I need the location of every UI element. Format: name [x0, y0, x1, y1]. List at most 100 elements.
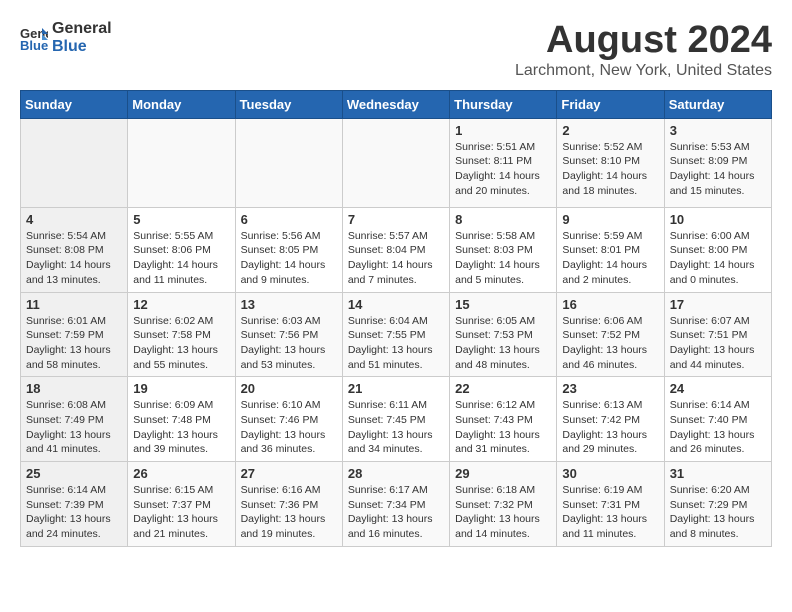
- title-section: August 2024 Larchmont, New York, United …: [515, 20, 772, 80]
- day-info: Sunrise: 6:14 AM Sunset: 7:39 PM Dayligh…: [26, 483, 122, 542]
- day-info: Sunrise: 6:01 AM Sunset: 7:59 PM Dayligh…: [26, 314, 122, 373]
- day-info: Sunrise: 6:02 AM Sunset: 7:58 PM Dayligh…: [133, 314, 229, 373]
- calendar-week-row: 18Sunrise: 6:08 AM Sunset: 7:49 PM Dayli…: [21, 377, 772, 462]
- calendar-cell: 25 Sunrise: 6:14 AM Sunset: 7:39 PM Dayli…: [21, 462, 128, 547]
- calendar-cell: 2 Sunrise: 5:52 AM Sunset: 8:10 PM Daylig…: [557, 118, 664, 207]
- calendar-week-row: 11 Sunrise: 6:01 AM Sunset: 7:59 PM Dayli…: [21, 292, 772, 377]
- calendar-cell: [128, 118, 235, 207]
- day-number: 20: [241, 381, 337, 396]
- day-number: 16: [562, 297, 658, 312]
- day-number: 22: [455, 381, 551, 396]
- calendar-cell: 27 Sunrise: 6:16 AM Sunset: 7:36 PM Dayli…: [235, 462, 342, 547]
- logo-blue-text: Blue: [52, 38, 112, 56]
- day-info: Sunrise: 6:00 AM Sunset: 8:00 PM Dayligh…: [670, 229, 766, 288]
- page-title: August 2024: [515, 20, 772, 62]
- calendar-cell: 14 Sunrise: 6:04 AM Sunset: 7:55 PM Dayli…: [342, 292, 449, 377]
- calendar-cell: 5 Sunrise: 5:55 AM Sunset: 8:06 PM Daylig…: [128, 207, 235, 292]
- day-number: 27: [241, 466, 337, 481]
- day-info: Sunrise: 5:54 AM Sunset: 8:08 PM Dayligh…: [26, 229, 122, 288]
- calendar-cell: 11 Sunrise: 6:01 AM Sunset: 7:59 PM Dayli…: [21, 292, 128, 377]
- logo: General Blue General Blue: [20, 20, 112, 55]
- day-info: Sunrise: 6:05 AM Sunset: 7:53 PM Dayligh…: [455, 314, 551, 373]
- calendar-cell: [21, 118, 128, 207]
- day-info: Sunrise: 6:14 AM Sunset: 7:40 PM Dayligh…: [670, 398, 766, 457]
- calendar-cell: 22 Sunrise: 6:12 AM Sunset: 7:43 PM Dayli…: [450, 377, 557, 462]
- day-number: 19: [133, 381, 229, 396]
- day-info: Sunrise: 6:11 AM Sunset: 7:45 PM Dayligh…: [348, 398, 444, 457]
- calendar-cell: 30Sunrise: 6:19 AM Sunset: 7:31 PM Dayli…: [557, 462, 664, 547]
- day-info: Sunrise: 6:04 AM Sunset: 7:55 PM Dayligh…: [348, 314, 444, 373]
- weekday-header-friday: Friday: [557, 90, 664, 118]
- day-number: 8: [455, 212, 551, 227]
- day-info: Sunrise: 6:13 AM Sunset: 7:42 PM Dayligh…: [562, 398, 658, 457]
- calendar-cell: 12 Sunrise: 6:02 AM Sunset: 7:58 PM Dayli…: [128, 292, 235, 377]
- day-info: Sunrise: 6:12 AM Sunset: 7:43 PM Dayligh…: [455, 398, 551, 457]
- page-subtitle: Larchmont, New York, United States: [515, 62, 772, 80]
- calendar-cell: 18Sunrise: 6:08 AM Sunset: 7:49 PM Dayli…: [21, 377, 128, 462]
- calendar-table: SundayMondayTuesdayWednesdayThursdayFrid…: [20, 90, 772, 547]
- calendar-week-row: 1 Sunrise: 5:51 AM Sunset: 8:11 PM Daylig…: [21, 118, 772, 207]
- day-number: 3: [670, 123, 766, 138]
- calendar-cell: 28Sunrise: 6:17 AM Sunset: 7:34 PM Dayli…: [342, 462, 449, 547]
- day-number: 30: [562, 466, 658, 481]
- day-number: 21: [348, 381, 444, 396]
- calendar-cell: 4 Sunrise: 5:54 AM Sunset: 8:08 PM Daylig…: [21, 207, 128, 292]
- day-number: 25: [26, 466, 122, 481]
- calendar-cell: 6Sunrise: 5:56 AM Sunset: 8:05 PM Daylig…: [235, 207, 342, 292]
- day-info: Sunrise: 6:20 AM Sunset: 7:29 PM Dayligh…: [670, 483, 766, 542]
- calendar-cell: 17 Sunrise: 6:07 AM Sunset: 7:51 PM Dayli…: [664, 292, 771, 377]
- day-number: 13: [241, 297, 337, 312]
- day-number: 14: [348, 297, 444, 312]
- day-number: 10: [670, 212, 766, 227]
- calendar-cell: 19 Sunrise: 6:09 AM Sunset: 7:48 PM Dayli…: [128, 377, 235, 462]
- day-number: 29: [455, 466, 551, 481]
- weekday-header-tuesday: Tuesday: [235, 90, 342, 118]
- calendar-cell: 1 Sunrise: 5:51 AM Sunset: 8:11 PM Daylig…: [450, 118, 557, 207]
- day-info: Sunrise: 5:52 AM Sunset: 8:10 PM Dayligh…: [562, 140, 658, 199]
- logo-general-text: General: [52, 20, 112, 38]
- day-info: Sunrise: 6:16 AM Sunset: 7:36 PM Dayligh…: [241, 483, 337, 542]
- day-number: 2: [562, 123, 658, 138]
- day-number: 31: [670, 466, 766, 481]
- calendar-cell: 13 Sunrise: 6:03 AM Sunset: 7:56 PM Dayli…: [235, 292, 342, 377]
- calendar-cell: 24Sunrise: 6:14 AM Sunset: 7:40 PM Dayli…: [664, 377, 771, 462]
- calendar-cell: [342, 118, 449, 207]
- calendar-cell: 3 Sunrise: 5:53 AM Sunset: 8:09 PM Daylig…: [664, 118, 771, 207]
- day-info: Sunrise: 6:15 AM Sunset: 7:37 PM Dayligh…: [133, 483, 229, 542]
- day-info: Sunrise: 6:07 AM Sunset: 7:51 PM Dayligh…: [670, 314, 766, 373]
- day-info: Sunrise: 6:03 AM Sunset: 7:56 PM Dayligh…: [241, 314, 337, 373]
- weekday-header-sunday: Sunday: [21, 90, 128, 118]
- day-number: 15: [455, 297, 551, 312]
- day-number: 5: [133, 212, 229, 227]
- day-info: Sunrise: 5:56 AM Sunset: 8:05 PM Dayligh…: [241, 229, 337, 288]
- day-info: Sunrise: 5:58 AM Sunset: 8:03 PM Dayligh…: [455, 229, 551, 288]
- calendar-cell: 16 Sunrise: 6:06 AM Sunset: 7:52 PM Dayli…: [557, 292, 664, 377]
- day-info: Sunrise: 5:57 AM Sunset: 8:04 PM Dayligh…: [348, 229, 444, 288]
- day-number: 7: [348, 212, 444, 227]
- day-info: Sunrise: 5:59 AM Sunset: 8:01 PM Dayligh…: [562, 229, 658, 288]
- calendar-cell: 29Sunrise: 6:18 AM Sunset: 7:32 PM Dayli…: [450, 462, 557, 547]
- day-number: 12: [133, 297, 229, 312]
- day-number: 9: [562, 212, 658, 227]
- calendar-cell: 9 Sunrise: 5:59 AM Sunset: 8:01 PM Daylig…: [557, 207, 664, 292]
- day-number: 11: [26, 297, 122, 312]
- calendar-cell: 8 Sunrise: 5:58 AM Sunset: 8:03 PM Daylig…: [450, 207, 557, 292]
- day-number: 4: [26, 212, 122, 227]
- calendar-cell: 23Sunrise: 6:13 AM Sunset: 7:42 PM Dayli…: [557, 377, 664, 462]
- day-info: Sunrise: 6:17 AM Sunset: 7:34 PM Dayligh…: [348, 483, 444, 542]
- page-header: General Blue General Blue August 2024 La…: [20, 20, 772, 80]
- calendar-week-row: 4 Sunrise: 5:54 AM Sunset: 8:08 PM Daylig…: [21, 207, 772, 292]
- day-info: Sunrise: 5:53 AM Sunset: 8:09 PM Dayligh…: [670, 140, 766, 199]
- calendar-week-row: 25 Sunrise: 6:14 AM Sunset: 7:39 PM Dayli…: [21, 462, 772, 547]
- day-info: Sunrise: 5:55 AM Sunset: 8:06 PM Dayligh…: [133, 229, 229, 288]
- day-info: Sunrise: 5:51 AM Sunset: 8:11 PM Dayligh…: [455, 140, 551, 199]
- logo-icon: General Blue: [20, 24, 48, 52]
- day-number: 1: [455, 123, 551, 138]
- calendar-cell: 31 Sunrise: 6:20 AM Sunset: 7:29 PM Dayli…: [664, 462, 771, 547]
- day-info: Sunrise: 6:09 AM Sunset: 7:48 PM Dayligh…: [133, 398, 229, 457]
- day-number: 18: [26, 381, 122, 396]
- svg-text:Blue: Blue: [20, 38, 48, 52]
- calendar-cell: 15 Sunrise: 6:05 AM Sunset: 7:53 PM Dayli…: [450, 292, 557, 377]
- day-info: Sunrise: 6:06 AM Sunset: 7:52 PM Dayligh…: [562, 314, 658, 373]
- day-number: 17: [670, 297, 766, 312]
